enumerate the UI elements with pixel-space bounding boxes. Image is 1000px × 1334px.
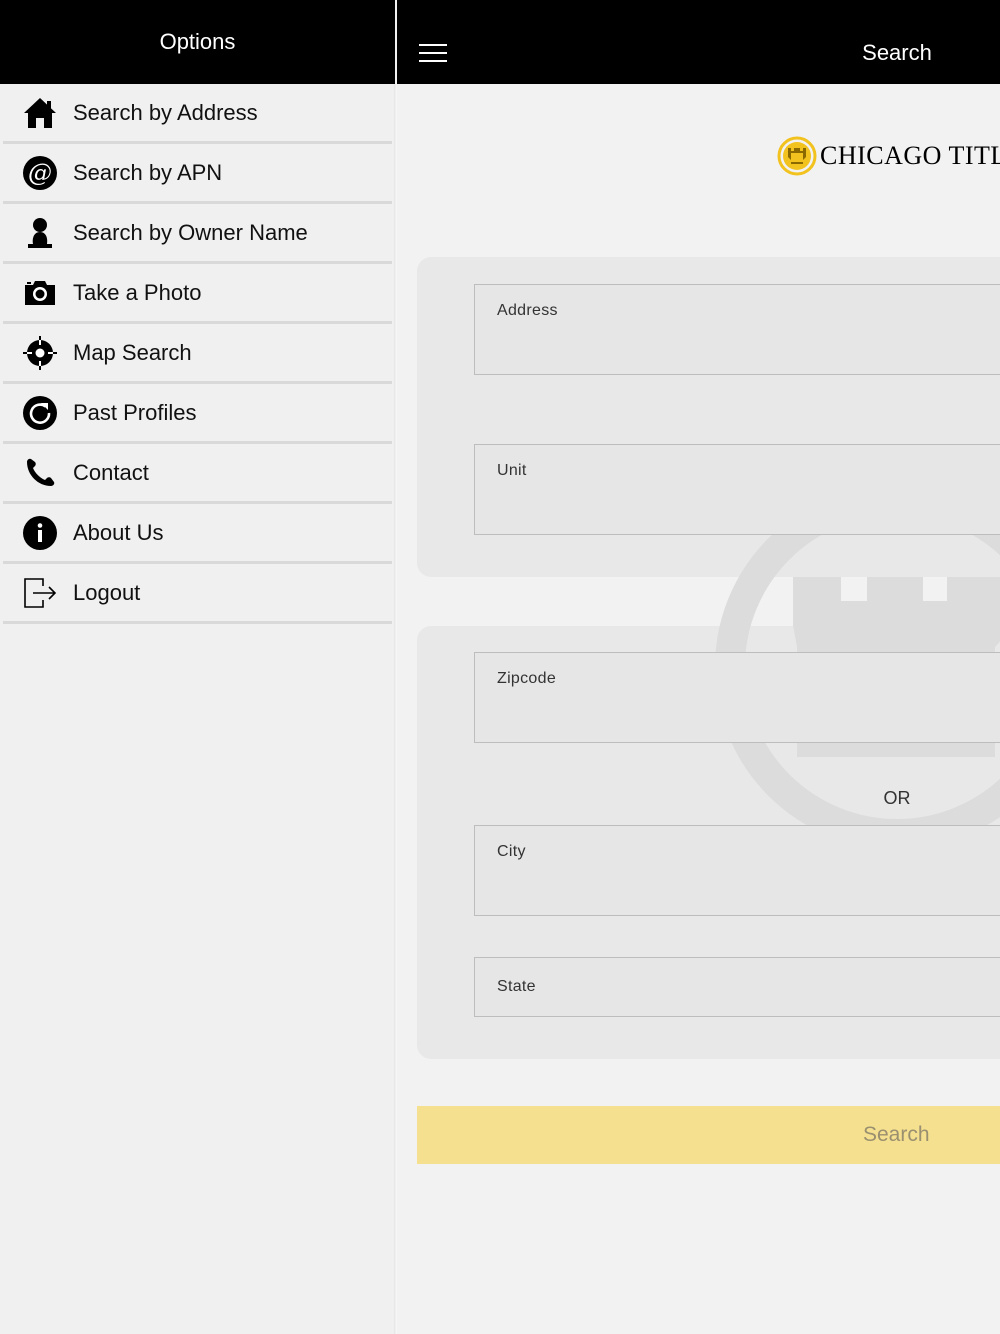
or-separator: OR <box>883 788 911 808</box>
menu-item-search-by-address[interactable]: Search by Address <box>3 84 392 144</box>
menu-item-about-us[interactable]: About Us <box>3 504 392 564</box>
menu-item-past-profiles[interactable]: Past Profiles <box>3 384 392 444</box>
search-button[interactable]: Search <box>417 1106 1000 1164</box>
chicago-title-logo: CHICAGO TITL <box>777 136 1000 176</box>
search-button-label: Search <box>863 1123 930 1146</box>
menu-item-label: Map Search <box>73 339 192 365</box>
at-sign-icon: @ <box>23 155 57 190</box>
options-menu: Search by Address @ Search by APN Search… <box>0 84 395 624</box>
sidebar: Options Search by Address @ Search by AP… <box>0 0 395 1334</box>
menu-item-label: Take a Photo <box>73 279 202 305</box>
state-select[interactable]: State <box>474 957 1000 1017</box>
menu-item-label: Search by Address <box>73 99 258 125</box>
home-icon <box>23 96 57 130</box>
menu-item-label: Contact <box>73 459 149 485</box>
state-label: State <box>497 978 536 995</box>
logout-icon <box>23 576 57 610</box>
crosshair-icon <box>23 335 57 370</box>
main-header: Search <box>397 0 1000 84</box>
main-panel: Search CHICAGO TITL Address Unit Zipcode… <box>397 0 1000 1334</box>
info-icon <box>23 515 57 550</box>
page-title: Search <box>862 40 932 65</box>
menu-item-label: Search by Owner Name <box>73 219 308 245</box>
address-label: Address <box>497 302 558 319</box>
phone-icon <box>23 456 57 490</box>
person-icon <box>23 216 57 250</box>
sidebar-header: Options <box>0 0 395 84</box>
city-label: City <box>497 843 526 860</box>
menu-item-logout[interactable]: Logout <box>3 564 392 624</box>
zipcode-label: Zipcode <box>497 670 557 687</box>
svg-text:@: @ <box>28 159 52 187</box>
sidebar-title: Options <box>159 29 236 54</box>
city-input[interactable]: City <box>474 825 1000 916</box>
hamburger-icon[interactable] <box>419 44 447 64</box>
logo-text: CHICAGO TITL <box>820 141 1000 170</box>
refresh-icon <box>23 395 57 430</box>
unit-input[interactable]: Unit <box>474 444 1000 535</box>
zipcode-input[interactable]: Zipcode <box>474 652 1000 743</box>
address-input[interactable]: Address <box>474 284 1000 375</box>
menu-item-map-search[interactable]: Map Search <box>3 324 392 384</box>
menu-item-label: About Us <box>73 519 164 545</box>
menu-item-search-by-apn[interactable]: @ Search by APN <box>3 144 392 204</box>
menu-item-contact[interactable]: Contact <box>3 444 392 504</box>
menu-item-label: Search by APN <box>73 159 223 185</box>
menu-item-label: Logout <box>73 579 141 605</box>
camera-icon <box>23 276 57 310</box>
seal-icon <box>777 136 817 176</box>
menu-item-take-a-photo[interactable]: Take a Photo <box>3 264 392 324</box>
menu-item-label: Past Profiles <box>73 399 197 425</box>
unit-label: Unit <box>497 462 527 479</box>
menu-item-search-by-owner-name[interactable]: Search by Owner Name <box>3 204 392 264</box>
